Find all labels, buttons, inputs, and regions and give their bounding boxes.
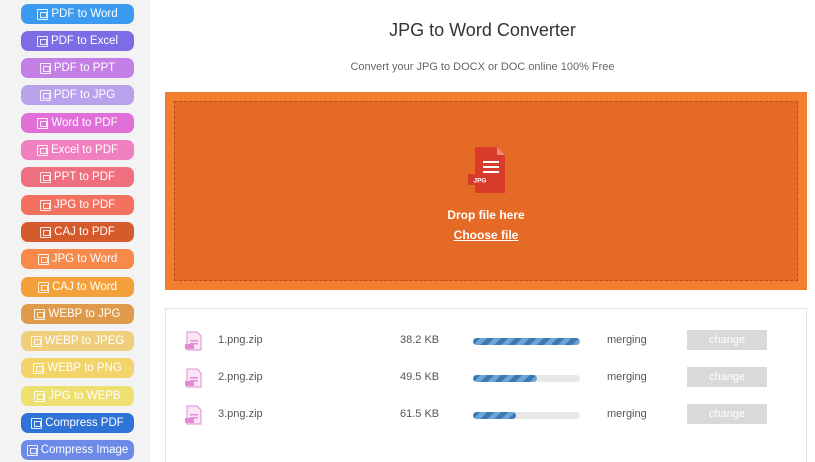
sidebar-item-label: WEBP to PNG xyxy=(47,362,122,374)
document-icon xyxy=(31,417,43,429)
sidebar-item-pdf-to-word[interactable]: PDF to Word xyxy=(21,4,134,24)
sidebar-item-label: JPG to WEPB xyxy=(48,390,121,402)
document-icon xyxy=(39,62,51,74)
document-icon xyxy=(37,117,49,129)
sidebar-item-label: Compress PDF xyxy=(45,417,124,429)
sidebar-item-label: PPT to PDF xyxy=(53,171,116,183)
document-icon xyxy=(36,144,48,156)
file-size: 38.2 KB xyxy=(400,334,440,346)
sidebar-item-webp-to-jpg[interactable]: WEBP to JPG xyxy=(21,304,134,324)
sidebar-item-compress-image[interactable]: Compress Image xyxy=(21,440,134,460)
file-size: 49.5 KB xyxy=(400,371,440,383)
jpg-file-icon: JPG xyxy=(468,147,505,193)
sidebar-item-caj-to-pdf[interactable]: CAJ to PDF xyxy=(21,222,134,242)
file-name: 2.png.zip xyxy=(218,371,263,383)
sidebar-item-pdf-to-jpg[interactable]: PDF to JPG xyxy=(21,85,134,105)
document-icon xyxy=(39,171,51,183)
choose-file-link[interactable]: Choose file xyxy=(454,228,519,242)
sidebar-item-label: CAJ to PDF xyxy=(54,226,115,238)
document-icon xyxy=(33,362,45,374)
sidebar-item-webp-to-jpeg[interactable]: WEBP to JPEG xyxy=(21,331,134,351)
sidebar-item-label: PDF to PPT xyxy=(53,62,116,74)
progress-bar xyxy=(473,338,580,345)
change-button[interactable]: change xyxy=(687,367,767,387)
sidebar-item-label: Compress Image xyxy=(40,444,129,456)
file-size: 61.5 KB xyxy=(400,408,440,420)
page-subtitle: Convert your JPG to DOCX or DOC online 1… xyxy=(350,61,615,73)
document-icon xyxy=(39,199,51,211)
sidebar-item-label: Word to PDF xyxy=(51,117,118,129)
sidebar-item-label: PDF to Word xyxy=(51,8,118,20)
document-icon xyxy=(37,253,49,265)
sidebar-item-label: PDF to JPG xyxy=(53,89,116,101)
sidebar-item-excel-to-pdf[interactable]: Excel to PDF xyxy=(21,140,134,160)
file-name: 1.png.zip xyxy=(218,334,263,346)
jpg-file-icon-label: JPG xyxy=(473,178,486,185)
sidebar-item-pdf-to-excel[interactable]: PDF to Excel xyxy=(21,31,134,51)
sidebar: PDF to Word PDF to Excel PDF to PPT PDF to … xyxy=(0,0,150,462)
progress-fill xyxy=(473,375,538,382)
document-icon xyxy=(34,308,46,320)
sidebar-item-word-to-pdf[interactable]: Word to PDF xyxy=(21,113,134,133)
file-name: 3.png.zip xyxy=(218,408,263,420)
file-status: merging xyxy=(607,334,647,346)
progress-bar xyxy=(473,375,580,382)
change-button[interactable]: change xyxy=(687,404,767,424)
document-icon xyxy=(36,35,48,47)
document-icon xyxy=(38,281,49,293)
progress-bar xyxy=(473,412,580,419)
sidebar-item-label: CAJ to Word xyxy=(52,281,117,293)
sidebar-item-jpg-to-pdf[interactable]: JPG to PDF xyxy=(21,195,134,215)
zip-file-icon xyxy=(185,405,202,425)
sidebar-item-label: WEBP to JPEG xyxy=(44,335,125,347)
sidebar-item-webp-to-png[interactable]: WEBP to PNG xyxy=(21,358,134,378)
change-button[interactable]: change xyxy=(687,330,767,350)
sidebar-item-jpg-to-word[interactable]: JPG to Word xyxy=(21,249,134,269)
zip-file-icon xyxy=(185,368,202,388)
sidebar-item-compress-pdf[interactable]: Compress PDF xyxy=(21,413,134,433)
document-icon xyxy=(26,444,38,456)
main-panel: JPG to Word Converter Convert your JPG t… xyxy=(150,0,815,462)
sidebar-item-label: PDF to Excel xyxy=(50,35,119,47)
document-icon xyxy=(37,8,49,20)
file-row: 1.png.zip 38.2 KB merging change xyxy=(166,329,806,353)
sidebar-item-ppt-to-pdf[interactable]: PPT to PDF xyxy=(21,167,134,187)
zip-file-icon xyxy=(185,331,202,351)
file-status: merging xyxy=(607,408,647,420)
sidebar-item-label: JPG to Word xyxy=(51,253,118,265)
file-row: 2.png.zip 49.5 KB merging change xyxy=(166,366,806,390)
upload-area: JPG Drop file here Choose file xyxy=(165,92,807,290)
sidebar-item-label: JPG to PDF xyxy=(53,199,116,211)
drop-target[interactable]: JPG Drop file here Choose file xyxy=(174,101,798,281)
sidebar-item-pdf-to-ppt[interactable]: PDF to PPT xyxy=(21,58,134,78)
document-icon xyxy=(40,226,52,238)
page-title: JPG to Word Converter xyxy=(389,20,576,40)
file-row: 3.png.zip 61.5 KB merging change xyxy=(166,403,806,427)
file-status: merging xyxy=(607,371,647,383)
document-icon xyxy=(30,335,42,347)
file-list: 1.png.zip 38.2 KB merging change 2.png.zip 49… xyxy=(165,308,807,462)
progress-fill xyxy=(473,338,580,345)
sidebar-item-label: Excel to PDF xyxy=(50,144,119,156)
document-icon xyxy=(39,89,51,101)
progress-fill xyxy=(473,412,516,419)
document-icon xyxy=(34,390,46,402)
drop-file-text: Drop file here xyxy=(447,208,525,222)
choose-file-row: Choose file xyxy=(175,226,797,244)
sidebar-item-label: WEBP to JPG xyxy=(48,308,121,320)
sidebar-item-caj-to-word[interactable]: CAJ to Word xyxy=(21,277,134,297)
sidebar-item-jpg-to-wepb[interactable]: JPG to WEPB xyxy=(21,386,134,406)
